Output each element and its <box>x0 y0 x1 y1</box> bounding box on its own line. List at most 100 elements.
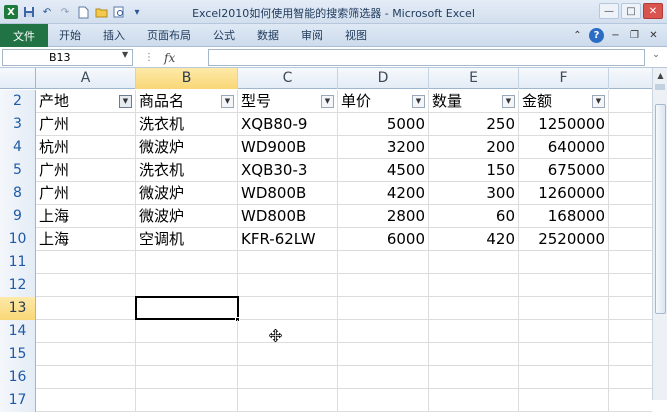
cell[interactable] <box>519 366 609 389</box>
cell[interactable]: 4500 <box>338 159 429 182</box>
cell[interactable] <box>429 389 519 412</box>
cell[interactable]: 洗衣机 <box>136 113 238 136</box>
cell[interactable]: 640000 <box>519 136 609 159</box>
cell[interactable]: 3200 <box>338 136 429 159</box>
cell[interactable]: XQB30-3 <box>238 159 338 182</box>
row-header[interactable]: 16 <box>0 366 36 389</box>
cell[interactable] <box>238 251 338 274</box>
tab-insert[interactable]: 插入 <box>92 24 136 47</box>
cell[interactable] <box>338 274 429 297</box>
cell[interactable] <box>429 320 519 343</box>
cell[interactable] <box>36 366 136 389</box>
tab-page-layout[interactable]: 页面布局 <box>136 24 202 47</box>
cell[interactable]: 微波炉 <box>136 205 238 228</box>
insert-function-button[interactable]: fx <box>164 51 175 65</box>
cell[interactable] <box>238 343 338 366</box>
cell[interactable] <box>338 251 429 274</box>
tab-view[interactable]: 视图 <box>334 24 378 47</box>
cell[interactable] <box>338 366 429 389</box>
cell[interactable]: 2520000 <box>519 228 609 251</box>
tab-home[interactable]: 开始 <box>48 24 92 47</box>
cell[interactable]: 广州 <box>36 182 136 205</box>
cell[interactable] <box>36 274 136 297</box>
cell[interactable] <box>338 297 429 320</box>
cell[interactable] <box>519 297 609 320</box>
cell[interactable]: 4200 <box>338 182 429 205</box>
cell[interactable] <box>136 389 238 412</box>
cell[interactable] <box>136 274 238 297</box>
cell[interactable] <box>519 320 609 343</box>
filter-dropdown-icon[interactable]: ▼ <box>321 95 334 108</box>
cell[interactable] <box>429 251 519 274</box>
cell[interactable]: 空调机 <box>136 228 238 251</box>
cell[interactable] <box>429 343 519 366</box>
cell[interactable] <box>238 320 338 343</box>
row-header[interactable]: 11 <box>0 251 36 274</box>
column-header-d[interactable]: D <box>338 68 429 89</box>
cell[interactable] <box>36 297 136 320</box>
column-header-e[interactable]: E <box>429 68 519 89</box>
doc-close-icon[interactable]: ✕ <box>646 28 661 43</box>
maximize-button[interactable]: □ <box>621 3 641 19</box>
row-header[interactable]: 2 <box>0 90 36 113</box>
cell[interactable]: 广州 <box>36 159 136 182</box>
cell[interactable]: 168000 <box>519 205 609 228</box>
row-header[interactable]: 9 <box>0 205 36 228</box>
cell[interactable] <box>338 343 429 366</box>
row-header[interactable]: 4 <box>0 136 36 159</box>
cell[interactable]: XQB80-9 <box>238 113 338 136</box>
cell[interactable]: 420 <box>429 228 519 251</box>
filter-dropdown-icon[interactable]: ▼ <box>502 95 515 108</box>
cell[interactable]: 2800 <box>338 205 429 228</box>
cell[interactable]: 300 <box>429 182 519 205</box>
cell[interactable] <box>136 251 238 274</box>
scroll-thumb[interactable] <box>655 104 666 314</box>
worksheet-grid[interactable]: ABCDEF 2 产地 ▼ 商品名 ▼ 型号 ▼ 单价 ▼ 数量 ▼ 金额 ▼ 3 广州 洗衣机 XQB80-9… <box>0 68 667 412</box>
cell[interactable]: 5000 <box>338 113 429 136</box>
tab-file[interactable]: 文件 <box>0 24 48 47</box>
name-box[interactable]: B13 <box>2 49 133 66</box>
scroll-up-icon[interactable]: ▲ <box>653 68 667 83</box>
cell[interactable]: KFR-62LW <box>238 228 338 251</box>
row-header[interactable]: 12 <box>0 274 36 297</box>
cell[interactable]: 60 <box>429 205 519 228</box>
formula-input[interactable] <box>208 49 645 66</box>
cell[interactable]: 675000 <box>519 159 609 182</box>
cell[interactable]: WD800B <box>238 182 338 205</box>
filter-dropdown-icon[interactable]: ▼ <box>592 95 605 108</box>
row-header[interactable]: 15 <box>0 343 36 366</box>
row-header[interactable]: 5 <box>0 159 36 182</box>
row-header[interactable]: 8 <box>0 182 36 205</box>
split-handle[interactable] <box>655 84 665 90</box>
cell[interactable] <box>136 366 238 389</box>
cell[interactable]: 250 <box>429 113 519 136</box>
cell[interactable] <box>519 274 609 297</box>
cell[interactable] <box>36 343 136 366</box>
cell[interactable] <box>429 274 519 297</box>
cell[interactable]: WD900B <box>238 136 338 159</box>
cell[interactable]: 广州 <box>36 113 136 136</box>
tab-formulas[interactable]: 公式 <box>202 24 246 47</box>
cell[interactable] <box>238 297 338 320</box>
cell[interactable] <box>338 389 429 412</box>
doc-minimize-icon[interactable]: − <box>608 28 623 43</box>
cell[interactable] <box>338 320 429 343</box>
name-box-dropdown-icon[interactable]: ▼ <box>122 50 128 59</box>
cell[interactable]: 1260000 <box>519 182 609 205</box>
row-header[interactable]: 10 <box>0 228 36 251</box>
column-header-b[interactable]: B <box>136 68 238 89</box>
cell[interactable] <box>136 320 238 343</box>
cell[interactable]: 150 <box>429 159 519 182</box>
cell[interactable]: 6000 <box>338 228 429 251</box>
cell[interactable]: 杭州 <box>36 136 136 159</box>
cell[interactable] <box>519 251 609 274</box>
close-button[interactable]: ✕ <box>643 3 663 19</box>
row-header[interactable]: 14 <box>0 320 36 343</box>
cell[interactable] <box>36 251 136 274</box>
column-header-f[interactable]: F <box>519 68 609 89</box>
tab-data[interactable]: 数据 <box>246 24 290 47</box>
filter-dropdown-icon[interactable]: ▼ <box>221 95 234 108</box>
row-header[interactable]: 17 <box>0 389 36 412</box>
tab-review[interactable]: 审阅 <box>290 24 334 47</box>
minimize-button[interactable]: — <box>599 3 619 19</box>
